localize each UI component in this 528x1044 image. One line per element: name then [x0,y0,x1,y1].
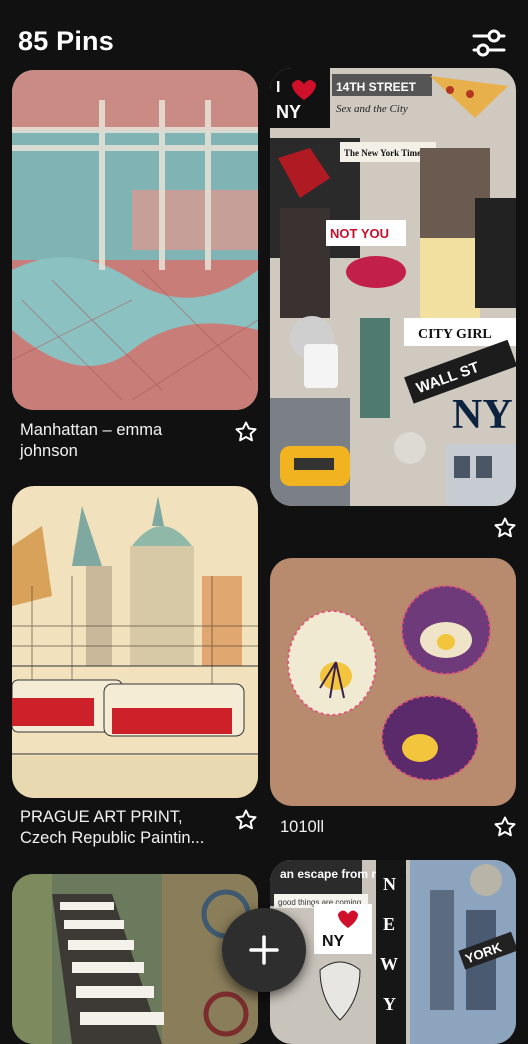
save-pin-button[interactable] [234,808,258,832]
pin-image-pansies [270,558,516,806]
save-pin-button[interactable] [493,815,517,839]
pin-image-prague [12,486,258,798]
pin-image-nyc-collage: I NY 14TH STREET Sex and the City The Ne… [270,68,516,506]
filter-button[interactable] [470,26,508,60]
svg-text:NY: NY [452,392,513,438]
save-pin-button[interactable] [493,516,517,540]
pin-card-manhattan[interactable] [12,70,258,410]
pin-card-piano-stairs[interactable] [12,874,258,1044]
save-pin-button[interactable] [234,420,258,444]
collage-ny: NY [276,102,301,122]
pin-image-piano-stairs [12,874,258,1044]
plus-icon [249,935,279,965]
star-outline-icon [494,816,516,837]
pin-card-nyc-collage[interactable]: I NY 14TH STREET Sex and the City The Ne… [270,68,516,506]
svg-text:E: E [383,914,395,934]
collage-city-girl: CITY GIRL [418,327,492,342]
collage-not-you: NOT YOU [330,226,389,241]
svg-text:Y: Y [383,994,396,1014]
collage-sex-city: Sex and the City [336,103,408,115]
header-bar: 85 Pins [0,0,528,72]
collage-14th-street: 14TH STREET [336,80,417,94]
filter-sliders-icon [472,29,506,57]
collage-nyt: The New York Times [344,148,425,158]
svg-text:W: W [380,954,398,974]
star-outline-icon [235,809,257,830]
star-outline-icon [494,517,516,538]
svg-text:N: N [383,874,396,894]
pin-card-nyc-collage-2[interactable]: an escape from reality good things are c… [270,860,516,1044]
pin-card-prague[interactable] [12,486,258,798]
svg-text:NY: NY [322,933,345,950]
star-outline-icon [235,421,257,442]
pin-image-nyc-collage-2: an escape from reality good things are c… [270,860,516,1044]
pin-caption: Manhattan – emma johnson [20,421,163,460]
page-title: 85 Pins [18,26,114,56]
pin-caption: 1010ll [280,818,325,836]
pin-card-pansies[interactable] [270,558,516,806]
pin-caption: PRAGUE ART PRINT, Czech Republic Paintin… [20,808,205,847]
add-pin-button[interactable] [222,908,306,992]
svg-text:I: I [276,79,280,96]
pin-image-manhattan [12,70,258,410]
